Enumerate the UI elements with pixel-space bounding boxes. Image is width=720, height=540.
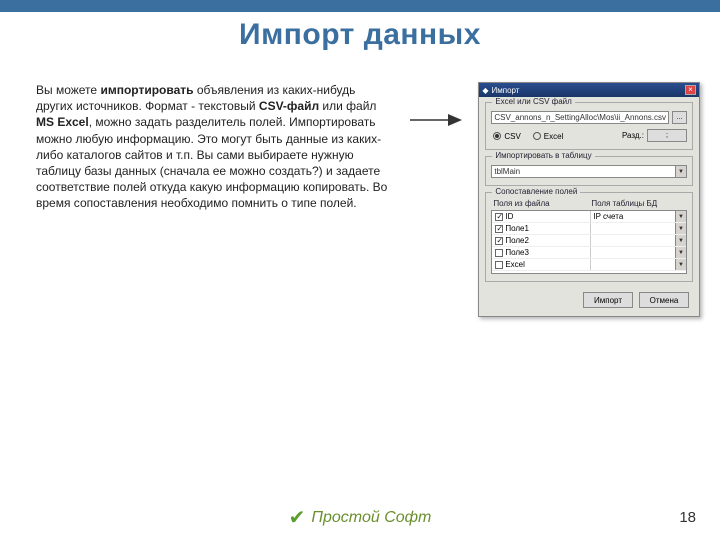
group-source-file: Excel или CSV файл CSV_annons_n_SettingA…	[485, 102, 693, 150]
chevron-down-icon: ▼	[675, 166, 686, 177]
content-row: Вы можете импортировать объявления из ка…	[0, 52, 720, 317]
row-dst-dropdown[interactable]: IP счета ▼	[590, 211, 686, 222]
row-src: Excel	[505, 260, 525, 269]
dialog-body: Excel или CSV файл CSV_annons_n_SettingA…	[479, 97, 699, 316]
mapping-list: ID IP счета ▼ Поле1 ▼ Поле2 ▼ Поле3	[491, 210, 687, 274]
brand-name: Простой Софт	[311, 509, 431, 527]
mapping-row[interactable]: Поле3 ▼	[492, 247, 686, 259]
chevron-down-icon: ▼	[675, 259, 686, 270]
footer: ✔ Простой Софт	[0, 505, 720, 530]
mapping-header: Поля из файла Поля таблицы БД	[491, 199, 687, 210]
file-path-input[interactable]: CSV_annons_n_SettingAlloc\Mos\ii_Annons.…	[491, 111, 669, 124]
delimiter-input[interactable]: ;	[647, 129, 687, 142]
mapping-row[interactable]: Поле1 ▼	[492, 223, 686, 235]
group-label: Сопоставление полей	[492, 187, 580, 196]
radio-label: Excel	[544, 132, 564, 141]
radio-csv[interactable]: CSV	[493, 132, 520, 141]
format-radio-group: CSV Excel	[491, 131, 563, 141]
page-number: 18	[679, 509, 696, 526]
text-bold: MS Excel	[36, 115, 89, 129]
radio-excel[interactable]: Excel	[533, 132, 564, 141]
chevron-down-icon: ▼	[675, 247, 686, 258]
text-part: Вы можете	[36, 83, 100, 97]
row-src: Поле3	[505, 248, 529, 257]
mapping-row[interactable]: Excel ▼	[492, 259, 686, 271]
mapping-row[interactable]: ID IP счета ▼	[492, 211, 686, 223]
chevron-down-icon: ▼	[675, 235, 686, 246]
text-bold: импортировать	[100, 83, 193, 97]
header-source: Поля из файла	[493, 199, 591, 208]
checkbox-icon[interactable]	[495, 261, 503, 269]
check-icon: ✔	[289, 505, 306, 530]
header-dest: Поля таблицы БД	[591, 199, 685, 208]
dialog-buttons: Импорт Отмена	[485, 288, 693, 308]
dialog-icon: ◆	[482, 86, 488, 95]
top-bar	[0, 0, 720, 12]
group-label: Excel или CSV файл	[492, 97, 574, 106]
row-src: ID	[505, 212, 513, 221]
checkbox-icon[interactable]	[495, 249, 503, 257]
dialog-title-text: Импорт	[492, 86, 520, 95]
import-dialog: ◆ Импорт × Excel или CSV файл CSV_annons…	[478, 82, 700, 317]
dropdown-value: tblMain	[494, 167, 520, 176]
row-dst-dropdown[interactable]: ▼	[590, 259, 686, 270]
arrow-icon	[408, 82, 464, 317]
row-dst-dropdown[interactable]: ▼	[590, 223, 686, 234]
chevron-down-icon: ▼	[675, 211, 686, 222]
slide-title: Импорт данных	[0, 18, 720, 52]
radio-dot-icon	[533, 132, 541, 140]
text-part: или файл	[319, 99, 376, 113]
checkbox-icon[interactable]	[495, 213, 503, 221]
cancel-button[interactable]: Отмена	[639, 292, 689, 308]
description-text: Вы можете импортировать объявления из ка…	[36, 82, 394, 317]
radio-dot-icon	[493, 132, 501, 140]
group-field-mapping: Сопоставление полей Поля из файла Поля т…	[485, 192, 693, 282]
checkbox-icon[interactable]	[495, 237, 503, 245]
close-button[interactable]: ×	[685, 85, 696, 95]
brand-logo: ✔ Простой Софт	[289, 505, 432, 530]
row-dst-dropdown[interactable]: ▼	[590, 247, 686, 258]
row-src: Поле1	[505, 224, 529, 233]
table-dropdown[interactable]: tblMain ▼	[491, 165, 687, 178]
chevron-down-icon: ▼	[675, 223, 686, 234]
checkbox-icon[interactable]	[495, 225, 503, 233]
slide: Импорт данных Вы можете импортировать об…	[0, 0, 720, 540]
group-target-table: Импортировать в таблицу tblMain ▼	[485, 156, 693, 186]
dialog-titlebar: ◆ Импорт ×	[479, 83, 699, 97]
row-src: Поле2	[505, 236, 529, 245]
text-bold: CSV-файл	[259, 99, 319, 113]
group-label: Импортировать в таблицу	[492, 151, 594, 160]
delimiter-label: Разд.:	[622, 131, 644, 140]
row-dst-dropdown[interactable]: ▼	[590, 235, 686, 246]
mapping-row[interactable]: Поле2 ▼	[492, 235, 686, 247]
text-part: , можно задать разделитель полей. Импорт…	[36, 115, 387, 210]
import-button[interactable]: Импорт	[583, 292, 633, 308]
browse-button[interactable]: ...	[672, 111, 687, 124]
row-dst-value: IP счета	[593, 212, 623, 221]
radio-label: CSV	[504, 132, 520, 141]
